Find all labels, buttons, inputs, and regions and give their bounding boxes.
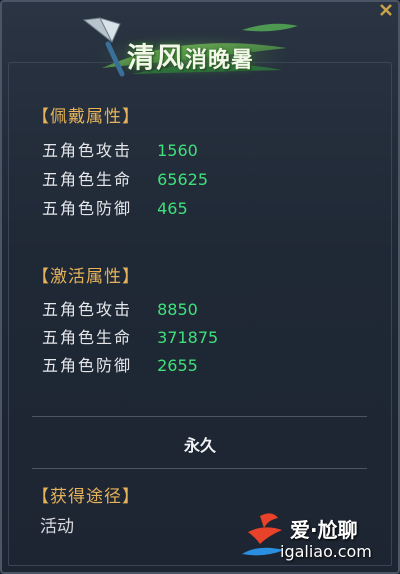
close-icon[interactable] xyxy=(378,2,394,18)
watermark: 爱·尬聊 igaliao.com xyxy=(238,510,398,570)
activation-stat-row: 五角色防御 2655 xyxy=(42,352,198,376)
watermark-name: 爱·尬聊 xyxy=(290,518,358,542)
divider xyxy=(32,416,367,417)
acquisition-title: 【获得途径】 xyxy=(32,487,140,507)
stat-label: 五角色生命 xyxy=(42,328,133,347)
stat-label: 五角色防御 xyxy=(42,356,133,375)
banner-title: 清风消晚暑 xyxy=(127,36,254,76)
title-banner: 清风消晚暑 xyxy=(72,12,302,84)
banner-title-sub: 消晚暑 xyxy=(185,47,255,73)
stat-value: 8850 xyxy=(157,300,198,319)
stat-value: 1560 xyxy=(157,141,198,160)
stat-label: 五角色防御 xyxy=(42,199,133,218)
stat-value: 465 xyxy=(157,199,188,218)
stat-label: 五角色攻击 xyxy=(42,300,133,319)
stat-label: 五角色生命 xyxy=(42,170,133,189)
activation-stat-row: 五角色攻击 8850 xyxy=(42,296,198,320)
stat-value: 65625 xyxy=(157,170,208,189)
worn-attributes-title: 【佩戴属性】 xyxy=(32,107,140,127)
stat-value: 2655 xyxy=(157,356,198,375)
worn-stat-row: 五角色攻击 1560 xyxy=(42,137,198,161)
stat-value: 371875 xyxy=(157,328,219,347)
item-tooltip-panel: 清风消晚暑 【佩戴属性】 五角色攻击 1560 五角色生命 65625 五角色防… xyxy=(0,0,400,574)
stat-label: 五角色攻击 xyxy=(42,141,133,160)
activation-stat-row: 五角色生命 371875 xyxy=(42,324,218,348)
worn-stat-row: 五角色防御 465 xyxy=(42,195,188,219)
duration-label: 永久 xyxy=(183,436,216,455)
acquisition-source: 活动 xyxy=(40,517,74,537)
worn-stat-row: 五角色生命 65625 xyxy=(42,166,208,190)
banner-title-main: 清风 xyxy=(127,41,186,74)
divider xyxy=(32,468,367,469)
activation-attributes-title: 【激活属性】 xyxy=(32,267,140,287)
watermark-url: igaliao.com xyxy=(280,542,372,561)
